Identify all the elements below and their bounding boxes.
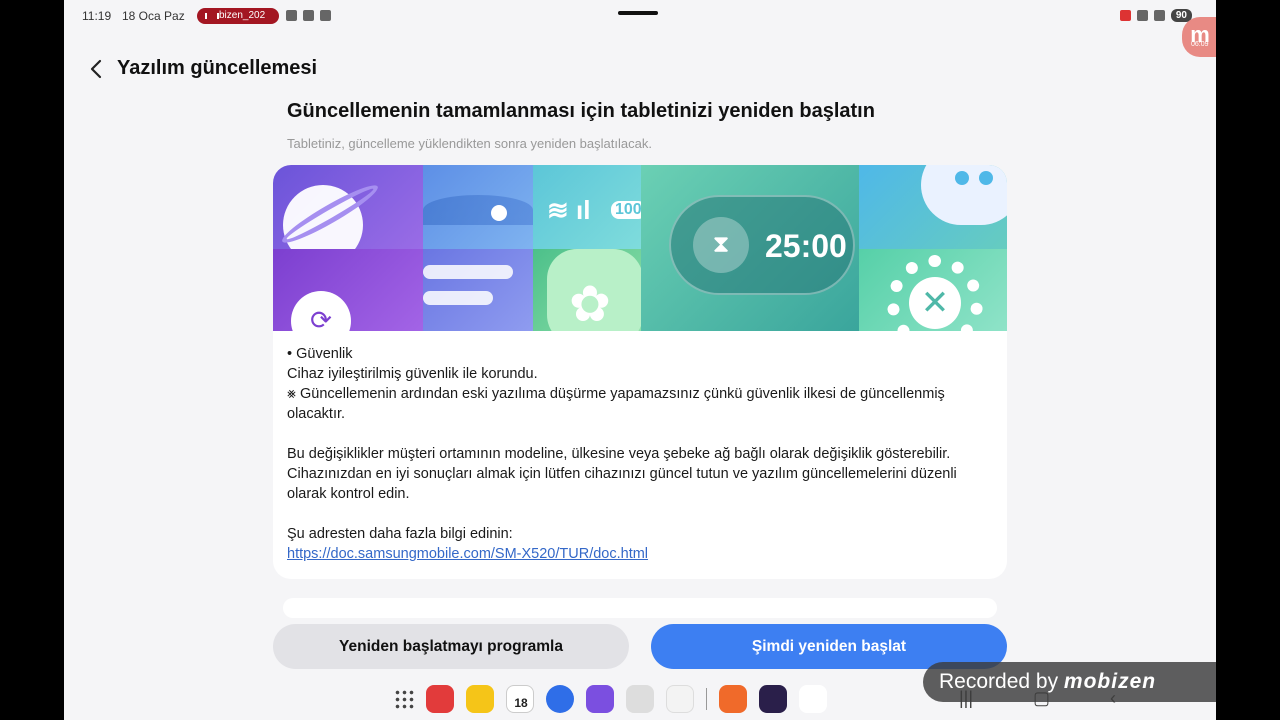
telegram-icon [320,10,331,21]
vpn-app-icon[interactable] [759,685,787,713]
page-title: Yazılım güncellemesi [117,57,318,79]
banner-tile-gear: ✕ [859,249,1007,331]
hourglass-icon: ⧗ [693,217,749,273]
youtube-app-icon[interactable] [799,685,827,713]
banner-tile-lock: ⟳ [273,249,423,331]
update-subheading: Tabletiniz, güncelleme yüklendikten sonr… [287,136,652,151]
taskbar: 18 [394,684,827,714]
status-time: 11:19 [82,9,112,23]
mobizen-floating-icon[interactable]: m 06:09 [1182,17,1216,57]
shortcuts-app-icon[interactable] [666,685,694,713]
flower-icon: ✿ [569,276,611,331]
wave-shape [423,195,533,225]
mobizen-timer: 06:09 [1191,41,1209,48]
banner-tile-signal: ≋ ıl 100 [533,165,641,249]
recording-watermark: Recorded by mobizen [923,662,1216,702]
notes-app-icon[interactable] [426,685,454,713]
camera-app-icon[interactable] [626,685,654,713]
wifi-icon [1153,10,1165,21]
messages-app-icon[interactable] [546,685,574,713]
update-heading: Güncellemenin tamamlanması için tabletin… [287,100,875,122]
watermark-text: Recorded by [939,670,1059,693]
banner-tile-wave [423,165,533,249]
dock-divider [706,688,707,710]
drag-handle[interactable] [618,11,658,15]
calendar-day: 18 [514,696,528,710]
checkbox-icon [303,10,314,21]
rotate-lock-icon: ⟳ [291,291,351,331]
cast-icon [1119,10,1131,21]
update-banner: ≋ ıl 100 ⟳ ✿ ⧗ 25:00 ✕ [273,165,1007,331]
variation-note: Bu değişiklikler müşteri ortamının model… [287,446,957,502]
notification-icons [286,10,331,21]
downgrade-note: ⨳ Güncellemenin ardından eski yazılıma d… [287,386,945,422]
apps-grid-icon[interactable] [394,689,414,709]
system-icons: 90 [1119,9,1192,22]
memo-app-icon[interactable] [466,685,494,713]
chat-dot [979,171,993,185]
banner-tile-flower: ✿ [533,249,641,331]
gear-center-icon: ✕ [909,277,961,329]
banner-tile-internet [273,165,423,249]
secondary-card [283,598,997,618]
slider-dot [491,205,507,221]
banner-tile-chat [859,165,1007,249]
release-notes: • Güvenlik Cihaz iyileştirilmiş güvenlik… [287,344,993,564]
more-info-label: Şu adresten daha fazla bilgi edinin: [287,526,513,542]
list-bars [423,265,513,317]
security-title: • Güvenlik [287,346,353,362]
back-button[interactable] [86,55,108,83]
cloud-icon [286,10,297,21]
wifi-signal-icon: ≋ ıl [547,195,591,225]
banner-tile-timer: ⧗ 25:00 [641,165,859,331]
chevron-left-icon [90,59,102,79]
timer-value: 25:00 [765,228,847,264]
documentation-link[interactable]: https://doc.samsungmobile.com/SM-X520/TU… [287,546,648,562]
recording-pill[interactable]: bizen_202 [197,8,279,24]
update-details-card: ≋ ıl 100 ⟳ ✿ ⧗ 25:00 ✕ • Güvenlik Cihaz … [273,165,1007,579]
calendar-app-icon[interactable]: 18 [506,685,534,713]
mute-icon [1136,10,1148,21]
chat-dot [955,171,969,185]
schedule-restart-button[interactable]: Yeniden başlatmayı programla [273,624,629,669]
watermark-brand: mobizen [1063,670,1157,693]
status-bar: 11:19 18 Oca Paz bizen_202 90 [64,0,1216,32]
internet-app-icon[interactable] [586,685,614,713]
security-line: Cihaz iyileştirilmiş güvenlik ile korund… [287,366,538,382]
battery-percent: 100 [611,201,641,219]
settings-screen: 11:19 18 Oca Paz bizen_202 90 m 06:09 Ya… [64,0,1216,720]
status-date: 18 Oca Paz [122,9,185,23]
banner-tile-bars [423,249,533,331]
recorder-app-icon[interactable] [719,685,747,713]
